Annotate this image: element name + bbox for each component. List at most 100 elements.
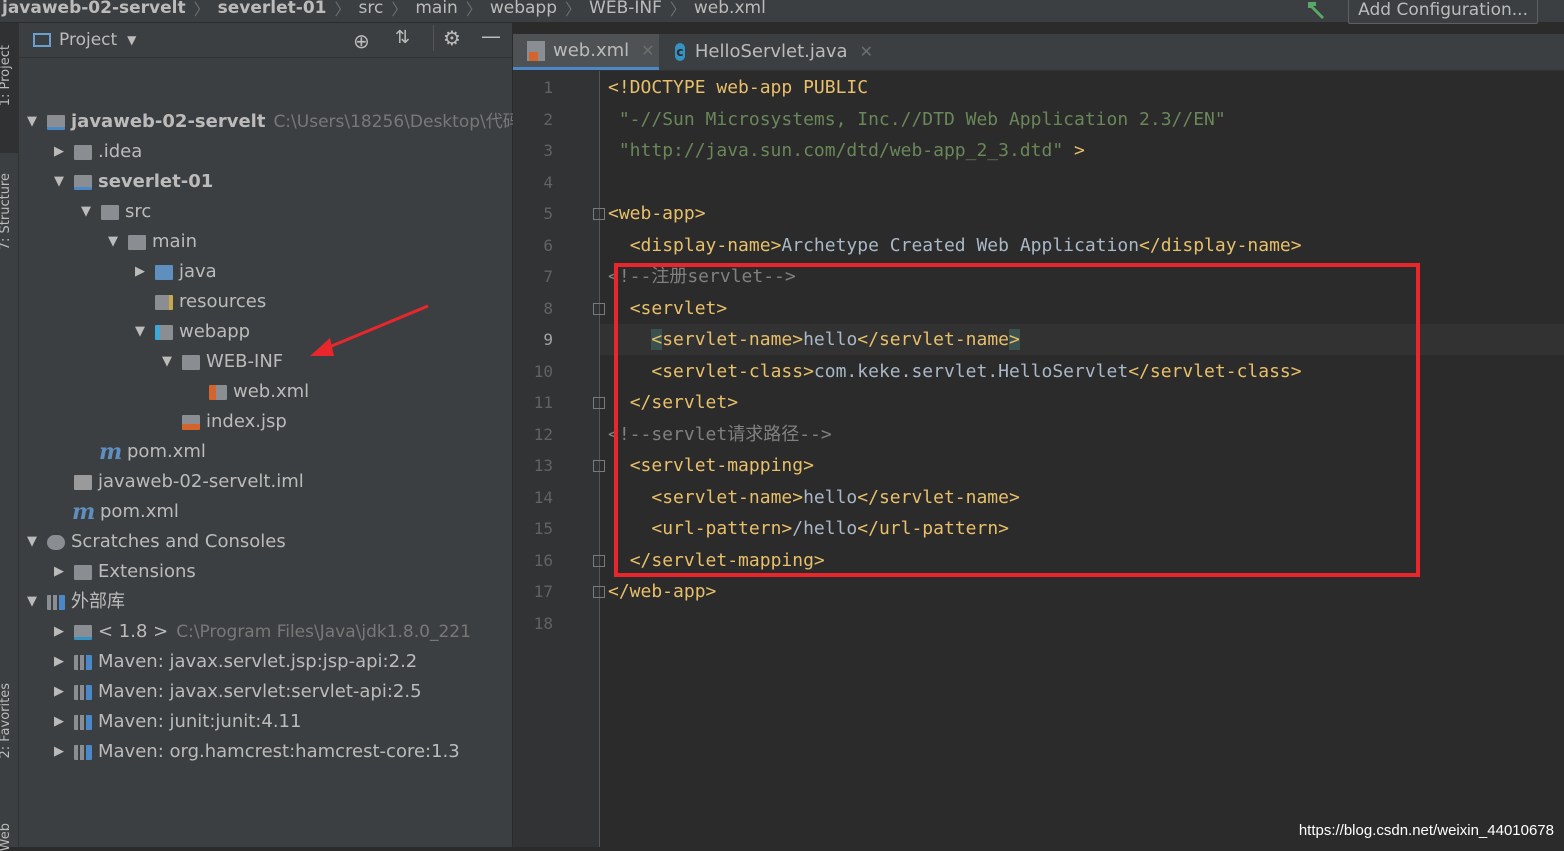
tab-project[interactable]: 1: Project xyxy=(0,45,13,106)
maven-icon: m xyxy=(72,499,96,525)
close-icon[interactable]: ✕ xyxy=(860,34,873,70)
line-number: 7 xyxy=(543,267,553,286)
breadcrumb-item[interactable]: javaweb-02-servelt xyxy=(2,0,186,18)
tree-item-label: main xyxy=(152,231,197,252)
tab-favorites[interactable]: 2: Favorites xyxy=(0,683,13,759)
breadcrumb-item[interactable]: WEB-INF xyxy=(589,0,662,18)
tree-item[interactable]: ▼ 外部库 xyxy=(23,587,125,617)
tree-item[interactable]: ▼ javaweb-02-servelt C:\Users\18256\Deskto… xyxy=(23,107,525,137)
breadcrumb-item[interactable]: webapp xyxy=(490,0,557,18)
tree-item-label: src xyxy=(125,201,152,222)
tree-item[interactable]: ▶ Maven: junit:junit:4.11 xyxy=(50,707,301,737)
tab-structure[interactable]: 7: Structure xyxy=(0,173,13,250)
expanded-arrow-icon[interactable]: ▼ xyxy=(158,347,176,377)
module-folder-icon xyxy=(74,174,92,190)
annotation-highlight-box xyxy=(614,263,1420,577)
expanded-arrow-icon[interactable]: ▼ xyxy=(104,227,122,257)
expanded-arrow-icon[interactable]: ▼ xyxy=(131,317,149,347)
locate-target-icon[interactable]: ⊕ xyxy=(353,29,370,53)
tree-item[interactable]: ▶ < 1.8 > C:\Program Files\Java\jdk1.8.0_2… xyxy=(50,617,471,647)
tree-item[interactable]: m pom.xml xyxy=(77,437,206,467)
jsp-file-icon xyxy=(182,414,200,430)
folder-icon xyxy=(101,204,119,220)
breadcrumb-item[interactable]: severlet-01 xyxy=(218,0,327,18)
expanded-arrow-icon[interactable]: ▼ xyxy=(77,197,95,227)
line-number: 2 xyxy=(543,109,553,129)
expanded-arrow-icon[interactable]: ▼ xyxy=(23,587,41,617)
tree-item-label: resources xyxy=(179,291,267,312)
source-folder-icon xyxy=(155,264,173,280)
tab-label: HelloServlet.java xyxy=(694,41,848,62)
tree-item-label: web.xml xyxy=(233,381,310,402)
folder-icon xyxy=(182,354,200,370)
collapsed-arrow-icon[interactable]: ▶ xyxy=(50,617,68,647)
breadcrumb-item[interactable]: web.xml xyxy=(694,0,766,18)
tree-item[interactable]: ▶ java xyxy=(131,257,217,287)
gear-icon[interactable]: ⚙ xyxy=(443,26,461,50)
expanded-arrow-icon[interactable]: ▼ xyxy=(50,167,68,197)
tree-item[interactable]: web.xml xyxy=(185,377,309,407)
tree-item-label: java xyxy=(179,261,217,282)
tree-item[interactable]: ▶ Maven: javax.servlet:servlet-api:2.5 xyxy=(50,677,422,707)
line-number: 14 xyxy=(533,487,553,507)
collapse-all-icon[interactable]: ⇅ xyxy=(395,27,410,48)
line-number: 18 xyxy=(533,613,553,633)
tree-item-label: < 1.8 > xyxy=(98,621,169,642)
tree-item[interactable]: ▼ WEB-INF xyxy=(158,347,283,377)
tree-item[interactable]: ▶ Maven: javax.servlet.jsp:jsp-api:2.2 xyxy=(50,647,417,677)
tree-item-label: javaweb-02-servelt.iml xyxy=(98,471,304,492)
header-divider xyxy=(433,25,434,51)
tab-web-xml[interactable]: web.xml ✕ xyxy=(513,34,659,70)
tree-item[interactable]: ▶ Maven: org.hamcrest:hamcrest-core:1.3 xyxy=(50,737,460,767)
tree-item[interactable]: resources xyxy=(131,287,266,317)
collapsed-arrow-icon[interactable]: ▶ xyxy=(131,257,149,287)
collapsed-arrow-icon[interactable]: ▶ xyxy=(50,737,68,767)
project-panel-title[interactable]: Project xyxy=(59,30,117,50)
collapsed-arrow-icon[interactable]: ▶ xyxy=(50,647,68,677)
code-line: <web-app> xyxy=(608,198,706,229)
tree-item-label: .idea xyxy=(98,141,143,162)
tab-helloservlet-java[interactable]: c HelloServlet.java ✕ xyxy=(663,34,873,70)
line-number: 15 xyxy=(533,519,553,538)
tree-item[interactable]: ▶ Extensions xyxy=(50,557,196,587)
collapsed-arrow-icon[interactable]: ▶ xyxy=(50,677,68,707)
expanded-arrow-icon[interactable]: ▼ xyxy=(23,107,41,137)
tree-item[interactable]: ▼ Scratches and Consoles xyxy=(23,527,286,557)
collapsed-arrow-icon[interactable]: ▶ xyxy=(50,557,68,587)
tree-item-label: Scratches and Consoles xyxy=(71,531,286,552)
expanded-arrow-icon[interactable]: ▼ xyxy=(23,527,41,557)
breadcrumb-separator: 〉 xyxy=(391,0,408,19)
line-number-gutter: 1 2 3 4 5 6 7 8 9 10 11 12 13 14 15 16 17 18 xyxy=(513,71,605,847)
tree-item[interactable]: ▶ .idea xyxy=(50,137,142,167)
tree-item-label: pom.xml xyxy=(127,441,206,462)
tree-item[interactable]: ▼ main xyxy=(104,227,197,257)
navigation-bar: javaweb-02-servelt 〉 severlet-01 〉 src 〉 main 〉… xyxy=(0,0,1564,24)
tree-item[interactable]: m pom.xml xyxy=(50,497,179,527)
breadcrumb-separator: 〉 xyxy=(669,0,686,19)
tree-item-label: 外部库 xyxy=(71,591,125,612)
chevron-down-icon[interactable]: ▼ xyxy=(127,33,136,47)
add-configuration-button[interactable]: Add Configuration... xyxy=(1348,0,1538,24)
tree-item[interactable]: ▼ webapp xyxy=(131,317,250,347)
code-token: <!DOCTYPE web-app PUBLIC xyxy=(608,77,869,98)
close-icon[interactable]: ✕ xyxy=(641,33,654,69)
code-line: "-//Sun Microsystems, Inc.//DTD Web Appl… xyxy=(608,104,1226,135)
code-token: </display-name> xyxy=(1139,234,1302,256)
breadcrumb-separator: 〉 xyxy=(193,0,210,19)
tree-item[interactable]: ▼ severlet-01 xyxy=(50,167,213,197)
build-hammer-icon[interactable] xyxy=(1304,0,1328,20)
tree-item[interactable]: ▼ src xyxy=(77,197,151,227)
tree-item-label: webapp xyxy=(179,321,251,342)
line-number: 13 xyxy=(533,456,553,475)
breadcrumb-item[interactable]: main xyxy=(415,0,457,18)
line-number: 11 xyxy=(533,393,553,412)
tree-item[interactable]: index.jsp xyxy=(158,407,287,437)
line-number: 8 xyxy=(543,298,553,318)
collapsed-arrow-icon[interactable]: ▶ xyxy=(50,137,68,167)
breadcrumb-item[interactable]: src xyxy=(359,0,384,18)
hide-panel-icon[interactable]: — xyxy=(481,24,501,48)
tree-item-label: pom.xml xyxy=(100,501,179,522)
collapsed-arrow-icon[interactable]: ▶ xyxy=(50,707,68,737)
tree-item[interactable]: javaweb-02-servelt.iml xyxy=(50,467,304,497)
breadcrumb-separator: 〉 xyxy=(334,0,351,19)
